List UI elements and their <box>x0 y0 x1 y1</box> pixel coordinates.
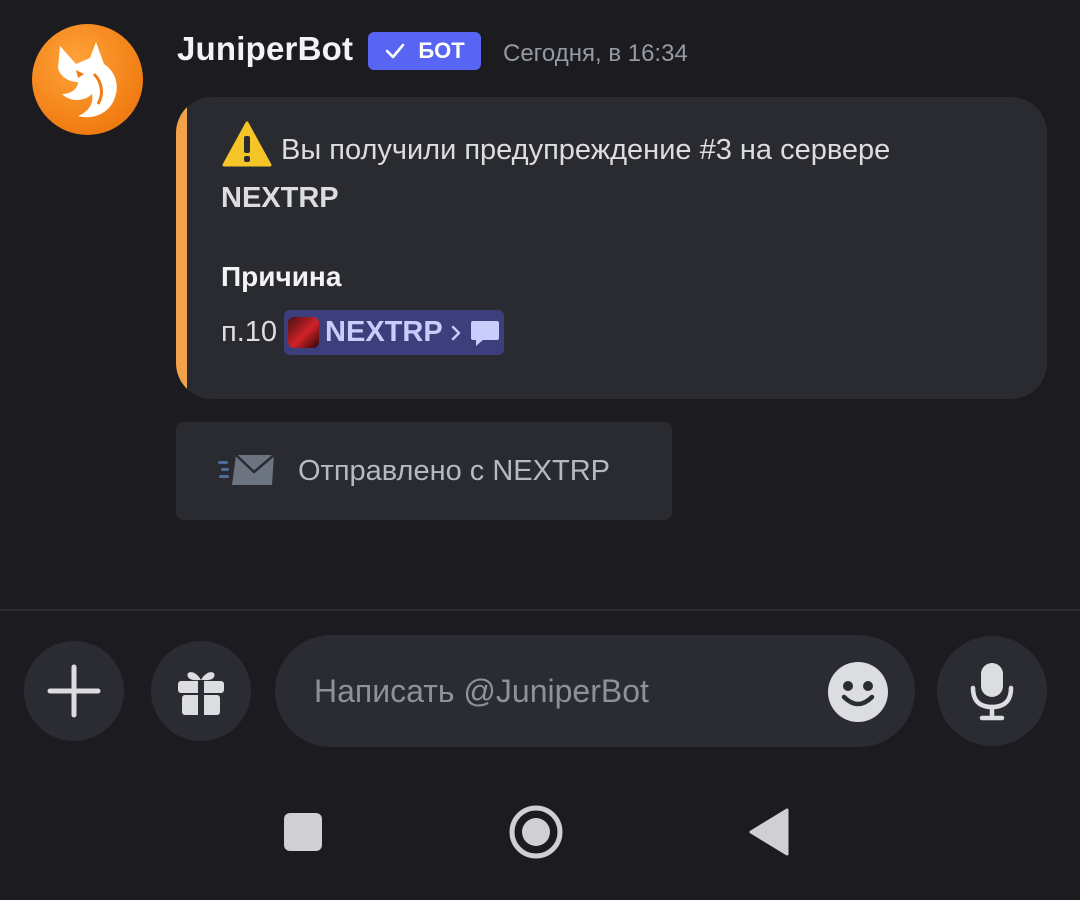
envelope-icon <box>218 454 275 485</box>
field-value-prefix: п.10 <box>221 316 278 348</box>
bot-tag-label: БОТ <box>418 38 465 63</box>
sent-from-label: Отправлено с NEXTRP <box>298 454 610 487</box>
voice-message-button[interactable] <box>937 636 1047 746</box>
sent-from-card[interactable]: Отправлено с NEXTRP <box>176 422 672 520</box>
message-input-box[interactable] <box>275 635 915 747</box>
embed-title-line1: Вы получили предупреждение #3 на сервере <box>281 134 891 166</box>
recents-icon[interactable] <box>284 813 322 851</box>
embed-accent-bar <box>176 97 187 399</box>
channel-mention[interactable]: NEXTRP <box>284 310 504 355</box>
chat-screen: JuniperBot БОТ Сегодня, в 16:34 Вы получ… <box>0 0 1080 900</box>
checkmark-icon <box>386 43 405 59</box>
composer-divider <box>0 609 1080 611</box>
embed-title-line2: NEXTRP <box>221 182 339 214</box>
bot-tag: БОТ <box>368 32 481 70</box>
fox-avatar-icon[interactable] <box>32 24 143 135</box>
home-icon[interactable] <box>509 805 563 859</box>
add-attachment-button[interactable] <box>24 641 124 741</box>
chat-bubble-icon <box>470 320 499 346</box>
chevron-right-icon <box>451 325 460 340</box>
plus-icon <box>47 664 101 718</box>
gift-icon <box>178 672 224 715</box>
embed-field-value: п.10 NEXTRP <box>221 310 504 355</box>
message-input[interactable] <box>312 671 816 711</box>
emoji-icon[interactable] <box>827 661 889 723</box>
embed-field-name: Причина <box>221 261 342 292</box>
author-name[interactable]: JuniperBot <box>177 30 353 68</box>
back-icon[interactable] <box>749 808 789 856</box>
warning-icon <box>222 121 272 167</box>
gift-button[interactable] <box>151 641 251 741</box>
warning-embed[interactable]: Вы получили предупреждение #3 на сервере… <box>176 97 1047 399</box>
embed-title: Вы получили предупреждение #3 на сервере… <box>221 119 1011 222</box>
channel-mention-label: NEXTRP <box>325 316 443 348</box>
message-timestamp: Сегодня, в 16:34 <box>503 40 688 67</box>
server-thumbnail-icon <box>288 317 320 348</box>
microphone-icon <box>970 663 1014 721</box>
